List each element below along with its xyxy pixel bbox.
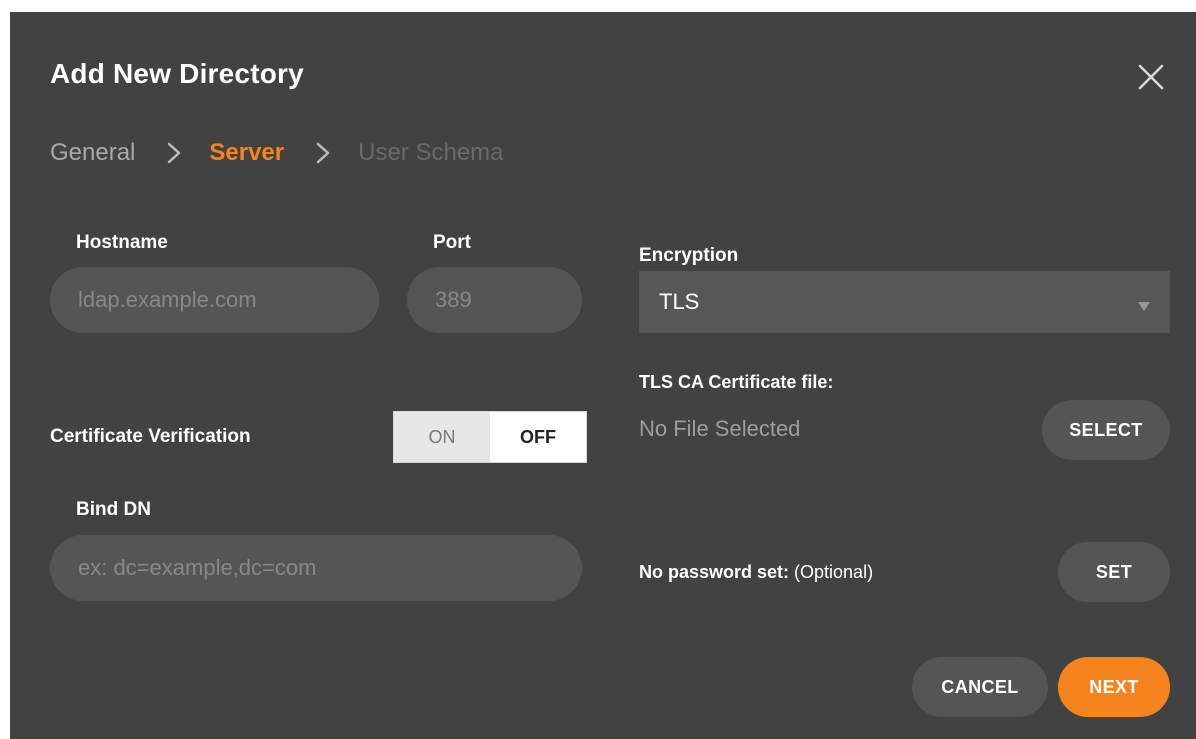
hostname-label: Hostname [76, 232, 168, 253]
toggle-off-option[interactable]: OFF [490, 412, 586, 462]
cancel-button[interactable]: CANCEL [912, 657, 1048, 717]
tls-ca-label: TLS CA Certificate file: [639, 372, 834, 392]
chevron-right-icon [316, 142, 330, 164]
tls-ca-file-status: No File Selected [639, 416, 801, 441]
certificate-verification-label: Certificate Verification [50, 426, 251, 447]
set-password-button[interactable]: SET [1058, 542, 1170, 602]
select-file-button[interactable]: SELECT [1042, 400, 1170, 460]
port-label: Port [433, 232, 471, 253]
hostname-input[interactable] [50, 267, 379, 333]
breadcrumb-step-server[interactable]: Server [209, 139, 284, 167]
password-status-label: No password set: [639, 562, 790, 582]
bind-dn-label: Bind DN [76, 499, 151, 520]
breadcrumb-step-user-schema[interactable]: User Schema [358, 139, 503, 167]
close-icon[interactable] [1136, 62, 1166, 92]
encryption-label: Encryption [639, 245, 739, 266]
caret-down-icon [1138, 298, 1150, 311]
breadcrumb-step-general[interactable]: General [50, 139, 135, 167]
password-status: No password set: (Optional) [639, 562, 873, 583]
breadcrumb: General Server User Schema [50, 136, 504, 170]
password-optional-note: (Optional) [789, 562, 874, 582]
toggle-on-option[interactable]: ON [394, 412, 490, 462]
encryption-selected-value: TLS [659, 289, 700, 314]
bind-dn-input[interactable] [50, 535, 582, 601]
encryption-select[interactable]: TLS [639, 271, 1170, 333]
chevron-right-icon [167, 142, 181, 164]
dialog-title: Add New Directory [50, 58, 304, 89]
add-directory-dialog: Add New Directory General Server User Sc… [10, 12, 1196, 739]
certificate-verification-toggle[interactable]: ON OFF [393, 411, 587, 463]
port-input[interactable] [407, 267, 582, 333]
next-button[interactable]: NEXT [1058, 657, 1170, 717]
